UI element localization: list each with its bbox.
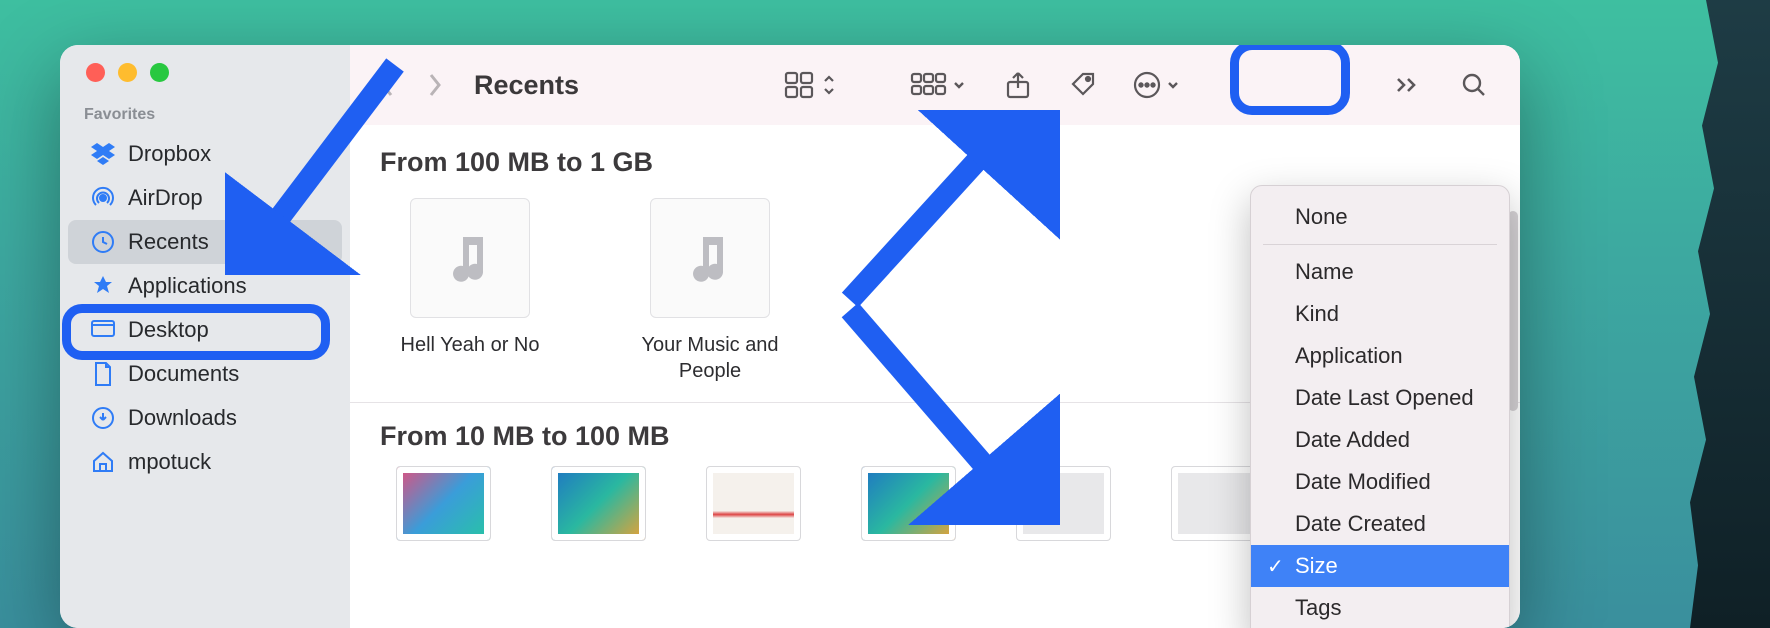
sidebar-item-desktop[interactable]: Desktop [68,308,342,352]
group-by-button[interactable] [900,65,976,105]
nav-back-button[interactable] [372,70,402,100]
menu-item-none[interactable]: None [1251,196,1509,238]
menu-item-date-added[interactable]: Date Added [1251,419,1509,461]
section-header: From 10 MB to 100 MB [380,421,670,452]
file-name: Your Music and People [620,332,800,384]
file-thumbnail[interactable] [396,466,491,541]
file-thumbnail[interactable] [861,466,956,541]
menu-separator [1263,244,1497,245]
dropbox-icon [90,141,116,167]
file-thumbnail[interactable] [1016,466,1111,541]
nav-forward-button[interactable] [420,70,450,100]
menu-item-application[interactable]: Application [1251,335,1509,377]
sidebar-item-airdrop[interactable]: AirDrop [68,176,342,220]
file-thumbnail[interactable] [551,466,646,541]
document-icon [90,361,116,387]
sidebar-item-documents[interactable]: Documents [68,352,342,396]
window-title: Recents [474,70,579,101]
toolbar-overflow-button[interactable] [1384,65,1432,105]
sidebar-item-label: Recents [128,229,209,255]
chevron-down-icon [1166,78,1180,92]
file-item[interactable]: Your Music and People [620,198,800,384]
window-controls [60,59,350,106]
audio-file-icon [650,198,770,318]
sidebar-item-label: Documents [128,361,239,387]
sidebar-item-label: Downloads [128,405,237,431]
clock-icon [90,229,116,255]
sidebar-item-label: AirDrop [128,185,203,211]
sidebar-item-label: Desktop [128,317,209,343]
section-header: From 100 MB to 1 GB [350,125,1520,192]
sidebar: Favorites Dropbox AirDrop Recents Applic… [60,45,350,628]
sidebar-section-favorites: Favorites [60,106,350,132]
window-zoom[interactable] [150,63,169,82]
annotation-highlight-groupby [1230,45,1350,115]
desktop-icon [90,317,116,343]
window-close[interactable] [86,63,105,82]
downloads-icon [90,405,116,431]
sidebar-item-home[interactable]: mpotuck [68,440,342,484]
sidebar-item-label: Dropbox [128,141,211,167]
file-browser: From 100 MB to 1 GB Hell Yeah or No Your… [350,125,1520,628]
menu-item-date-last-opened[interactable]: Date Last Opened [1251,377,1509,419]
main-area: Recents [350,45,1520,628]
menu-item-kind[interactable]: Kind [1251,293,1509,335]
menu-item-tags[interactable]: Tags [1251,587,1509,628]
file-item[interactable]: Hell Yeah or No [380,198,560,384]
share-button[interactable] [994,65,1042,105]
airdrop-icon [90,185,116,211]
toolbar: Recents [350,45,1520,125]
file-thumbnail[interactable] [706,466,801,541]
sidebar-item-applications[interactable]: Applications [68,264,342,308]
menu-item-name[interactable]: Name [1251,251,1509,293]
window-minimize[interactable] [118,63,137,82]
sidebar-item-label: mpotuck [128,449,211,475]
view-switcher-button[interactable] [778,65,842,105]
home-icon [90,449,116,475]
menu-item-date-created[interactable]: Date Created [1251,503,1509,545]
menu-item-date-modified[interactable]: Date Modified [1251,461,1509,503]
desktop-wallpaper-foliage [1690,0,1770,628]
sidebar-item-label: Applications [128,273,247,299]
sidebar-item-dropbox[interactable]: Dropbox [68,132,342,176]
file-name: Hell Yeah or No [380,332,560,358]
search-button[interactable] [1450,65,1498,105]
applications-icon [90,273,116,299]
audio-file-icon [410,198,530,318]
chevron-down-icon [952,78,966,92]
menu-item-size[interactable]: Size [1251,545,1509,587]
sidebar-item-downloads[interactable]: Downloads [68,396,342,440]
finder-window: Favorites Dropbox AirDrop Recents Applic… [60,45,1520,628]
action-menu-button[interactable] [1126,65,1186,105]
group-by-menu: None Name Kind Application Date Last Ope… [1250,185,1510,628]
chevron-updown-icon [822,73,836,97]
sidebar-item-recents[interactable]: Recents [68,220,342,264]
tags-button[interactable] [1060,65,1108,105]
